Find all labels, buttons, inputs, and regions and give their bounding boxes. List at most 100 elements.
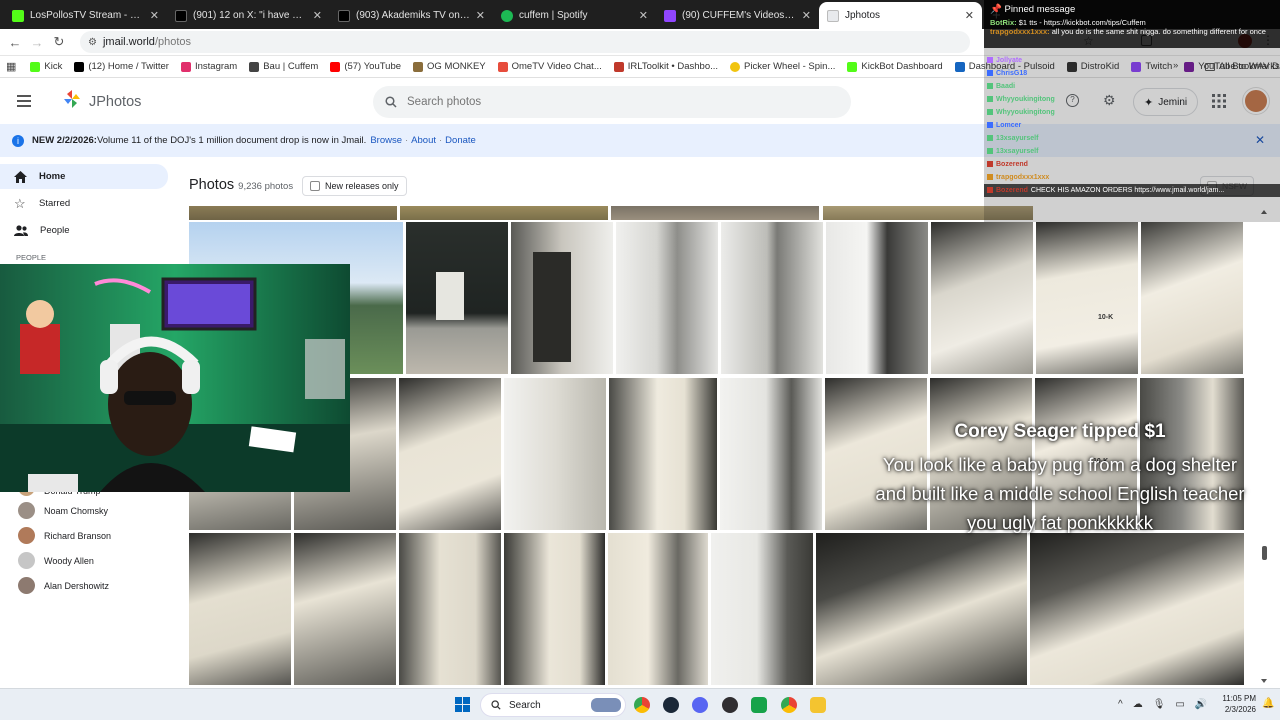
person-item[interactable]: Alan Dershowitz (0, 573, 175, 598)
hamburger-menu-icon[interactable] (17, 95, 31, 110)
chat-username[interactable]: 13xsayurself (996, 132, 1038, 145)
scroll-down-arrow[interactable] (1261, 679, 1267, 683)
url-field[interactable]: ⚙ jmail.world/photos (80, 31, 970, 53)
close-icon[interactable]: ✕ (639, 9, 648, 22)
close-icon[interactable]: ✕ (476, 9, 485, 22)
browser-tab-active[interactable]: Jphotos ✕ (819, 2, 982, 29)
sidebar-item-people[interactable]: People (0, 218, 175, 243)
browse-link[interactable]: Browse (370, 135, 402, 146)
photo-thumbnail[interactable] (616, 222, 718, 374)
kick-app-icon[interactable] (751, 697, 767, 713)
mic-icon[interactable]: 🎙 (1153, 699, 1166, 710)
photo-thumbnail[interactable] (406, 222, 508, 374)
avatar (18, 552, 35, 569)
search-input[interactable] (407, 96, 807, 108)
bookmark-item[interactable]: KickBot Dashboard (847, 61, 943, 72)
photo-thumbnail[interactable] (294, 533, 396, 685)
person-item[interactable]: Woody Allen (0, 548, 175, 573)
chat-username[interactable]: Bozerend (996, 184, 1028, 197)
bookmark-label: OmeTV Video Chat... (511, 61, 602, 72)
photo-thumbnail[interactable] (609, 378, 717, 530)
photo-thumbnail[interactable] (611, 206, 819, 220)
photo-thumbnail[interactable] (399, 378, 501, 530)
chrome-active-icon[interactable] (781, 697, 797, 713)
browser-tab[interactable]: (90) CUFFEM's Videos - Twitch ✕ (656, 2, 819, 29)
photo-thumbnail[interactable] (711, 533, 813, 685)
photo-thumbnail[interactable] (721, 222, 823, 374)
chevron-up-icon[interactable]: ^ (1118, 699, 1123, 710)
bookmark-item[interactable]: IRLToolkit • Dashbo... (613, 61, 718, 72)
photo-thumbnail[interactable] (189, 533, 291, 685)
chat-username[interactable]: Bozerend (996, 158, 1028, 171)
chat-username[interactable]: Lomcer (996, 119, 1021, 132)
person-item[interactable]: Noam Chomsky (0, 498, 175, 523)
donate-link[interactable]: Donate (445, 135, 476, 146)
bookmark-item[interactable]: Picker Wheel - Spin... (730, 61, 835, 72)
photo-thumbnail[interactable] (504, 533, 605, 685)
photo-thumbnail[interactable] (608, 533, 708, 685)
bookmark-item[interactable]: (57) YouTube (330, 61, 401, 72)
close-icon[interactable]: ✕ (965, 9, 974, 22)
monitor-icon[interactable]: ▭ (1175, 699, 1184, 710)
person-item[interactable]: Richard Branson (0, 523, 175, 548)
chat-username[interactable]: 13xsayurself (996, 145, 1038, 158)
chat-username[interactable]: Whyyoukingitong (996, 93, 1055, 106)
photo-thumbnail[interactable]: 10-K (1036, 222, 1138, 374)
sidebar-item-home[interactable]: Home (0, 164, 168, 189)
bookmark-item[interactable]: OmeTV Video Chat... (497, 61, 602, 72)
browser-tab[interactable]: (903) Akademiks TV on X: "Aka ✕ (330, 2, 493, 29)
chat-username[interactable]: trapgodxxx1xxx (996, 171, 1049, 184)
browser-tab[interactable]: (901) 12 on X: "i have boujee a ✕ (167, 2, 330, 29)
photo-thumbnail[interactable] (931, 222, 1033, 374)
page-scrollbar[interactable] (1258, 206, 1270, 686)
obs-icon[interactable] (722, 697, 738, 713)
bookmark-item[interactable]: Bau | Cuffem (249, 61, 318, 72)
photo-thumbnail[interactable] (1141, 222, 1243, 374)
site-info-icon[interactable]: ⚙ (88, 37, 97, 48)
sidebar-item-starred[interactable]: ☆ Starred (0, 191, 175, 216)
new-releases-toggle[interactable]: New releases only (302, 176, 407, 196)
photo-thumbnail[interactable] (1030, 533, 1244, 685)
cloud-icon[interactable]: ☁ (1133, 699, 1143, 710)
chat-username[interactable]: Whyyoukingitong (996, 106, 1055, 119)
clock[interactable]: 11:05 PM 2/3/2026 (1216, 693, 1256, 715)
chat-message: Jollyate (984, 54, 1280, 67)
chrome-icon[interactable] (634, 697, 650, 713)
close-icon[interactable]: ✕ (313, 9, 322, 22)
browser-tab[interactable]: cuffem | Spotify ✕ (493, 2, 656, 29)
bookmark-item[interactable]: Kick (30, 61, 62, 72)
apps-icon[interactable]: ▦ (6, 60, 16, 73)
forward-icon[interactable]: → (26, 35, 48, 50)
bookmark-item[interactable]: OG MONKEY (413, 61, 486, 72)
photo-thumbnail[interactable] (511, 222, 613, 374)
bookmark-item[interactable]: (12) Home / Twitter (74, 61, 169, 72)
chat-username[interactable]: Baadi (996, 80, 1015, 93)
chat-username[interactable]: Jollyate (996, 54, 1022, 67)
back-icon[interactable]: ← (4, 35, 26, 50)
photo-thumbnail[interactable] (816, 533, 1027, 685)
photo-thumbnail[interactable] (720, 378, 822, 530)
taskbar-search[interactable]: Search (480, 693, 626, 717)
file-explorer-icon[interactable] (810, 697, 826, 713)
windows-start-icon[interactable] (455, 697, 470, 712)
people-icon (14, 225, 28, 236)
about-link[interactable]: About (411, 135, 436, 146)
steam-icon[interactable] (663, 697, 679, 713)
checkbox[interactable] (310, 181, 320, 191)
photo-thumbnail[interactable] (826, 222, 928, 374)
scroll-thumb[interactable] (1262, 546, 1267, 560)
volume-icon[interactable]: 🔊 (1195, 699, 1207, 710)
notification-bell-icon[interactable]: 🔔 (1262, 698, 1274, 709)
browser-tab[interactable]: LosPollosTV Stream - Watch Li ✕ (4, 2, 167, 29)
chat-username[interactable]: ChrisG18 (996, 67, 1027, 80)
close-icon[interactable]: ✕ (150, 9, 159, 22)
photo-thumbnail[interactable] (400, 206, 608, 220)
photo-thumbnail[interactable] (399, 533, 501, 685)
photo-thumbnail[interactable] (504, 378, 606, 530)
photo-thumbnail[interactable] (189, 206, 397, 220)
close-icon[interactable]: ✕ (802, 9, 811, 22)
discord-icon[interactable] (692, 697, 708, 713)
search-box[interactable] (373, 86, 851, 118)
reload-icon[interactable]: ↻ (48, 34, 70, 50)
bookmark-item[interactable]: Instagram (180, 61, 237, 72)
